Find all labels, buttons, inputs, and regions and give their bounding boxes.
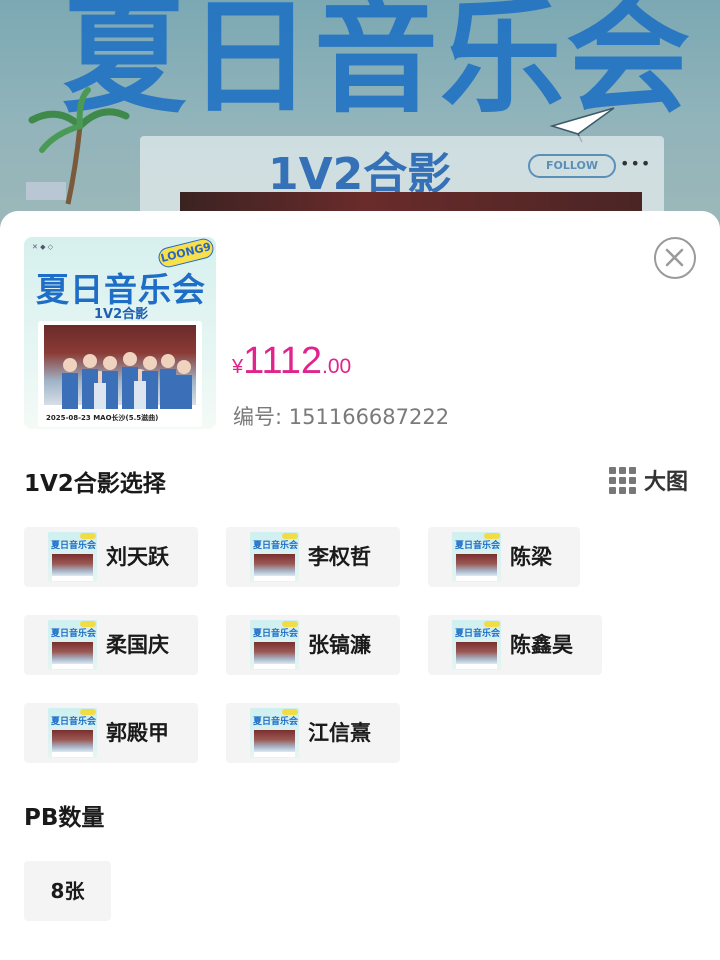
- option-thumbnail: 夏日音乐会: [250, 708, 299, 758]
- price-currency: ¥: [232, 356, 244, 378]
- pb-option-chip[interactable]: 8张: [24, 861, 111, 921]
- thumbnail-subtitle: 1V2合影: [94, 307, 149, 322]
- option-chip[interactable]: 夏日音乐会 江信熹: [226, 703, 400, 763]
- option-chip[interactable]: 夏日音乐会 郭殿甲: [24, 703, 198, 763]
- option-label: 江信熹: [308, 721, 371, 745]
- option-label: 张镐濂: [308, 633, 371, 657]
- close-button[interactable]: [654, 237, 696, 279]
- option-label: 陈梁: [510, 545, 552, 569]
- product-code-label: 编号:: [233, 405, 283, 429]
- big-view-label: 大图: [644, 470, 689, 495]
- thumbnail-sponsor-logos: ✕ ◆ ◇: [32, 243, 54, 251]
- option-thumbnail: 夏日音乐会: [452, 620, 501, 670]
- product-code: 编号: 151166687222: [233, 401, 449, 431]
- product-code-value: 151166687222: [288, 405, 450, 429]
- option-thumbnail: 夏日音乐会: [48, 532, 97, 582]
- close-icon: [665, 248, 684, 267]
- option-thumbnail: 夏日音乐会: [48, 708, 97, 758]
- option-chip[interactable]: 夏日音乐会 陈鑫昊: [428, 615, 602, 675]
- option-chip[interactable]: 夏日音乐会 陈梁: [428, 527, 580, 587]
- group-photo-image: [44, 325, 196, 409]
- group-people-image: [62, 352, 192, 409]
- option-chip[interactable]: 夏日音乐会 李权哲: [226, 527, 400, 587]
- thumbnail-date-line: 2025-08-23 MAO长沙(5.5滋曲): [46, 414, 159, 422]
- option-chip[interactable]: 夏日音乐会 张镐濂: [226, 615, 400, 675]
- option-chip[interactable]: 夏日音乐会 柔国庆: [24, 615, 198, 675]
- thumbnail-photo-card: 2025-08-23 MAO长沙(5.5滋曲): [38, 321, 202, 427]
- option-label: 刘天跃: [106, 545, 169, 569]
- option-label: 陈鑫昊: [510, 633, 573, 657]
- group-photo-section-title: 1V2合影选择: [24, 471, 166, 497]
- option-thumbnail: 夏日音乐会: [250, 532, 299, 582]
- option-thumbnail: 夏日音乐会: [250, 620, 299, 670]
- pb-section-title: PB数量: [24, 805, 105, 831]
- product-thumbnail[interactable]: ✕ ◆ ◇ LOONG9 夏日音乐会 1V2合影 2025-08-23 MAO长…: [24, 237, 216, 429]
- palm-tree-icon: [26, 87, 130, 205]
- poster-follow-badge: FOLLOW: [528, 154, 616, 178]
- option-label: 郭殿甲: [106, 721, 169, 745]
- option-thumbnail: 夏日音乐会: [452, 532, 501, 582]
- grid-view-icon: [609, 466, 636, 494]
- price-decimal: .00: [322, 355, 352, 378]
- option-thumbnail: 夏日音乐会: [48, 620, 97, 670]
- option-label: 李权哲: [308, 545, 371, 569]
- option-chip[interactable]: 夏日音乐会 刘天跃: [24, 527, 198, 587]
- big-view-toggle[interactable]: 大图: [609, 466, 689, 495]
- option-label: 柔国庆: [106, 633, 169, 657]
- poster-more-dots: •••: [620, 154, 652, 173]
- price: ¥1112.00: [232, 340, 351, 383]
- price-integer: 1112: [243, 340, 323, 382]
